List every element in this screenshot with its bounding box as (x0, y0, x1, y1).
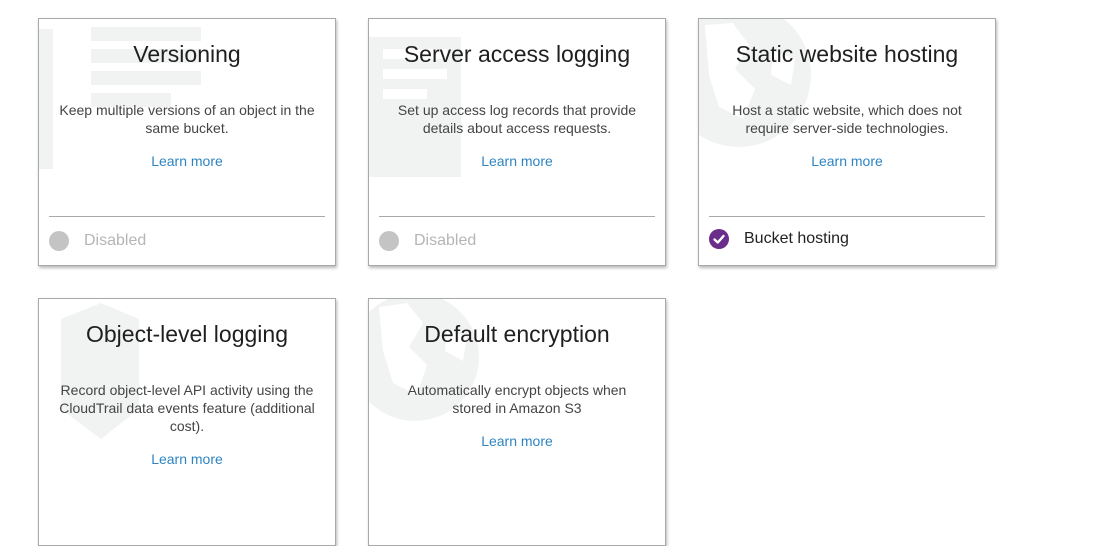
card-title: Versioning (133, 41, 241, 67)
learn-more-link[interactable]: Learn more (39, 451, 335, 467)
status-label: Disabled (414, 232, 477, 249)
card-description: Keep multiple versions of an object in t… (59, 102, 315, 136)
card-description: Set up access log records that provide d… (397, 102, 637, 136)
learn-more-link[interactable]: Learn more (369, 153, 665, 169)
status-label: Bucket hosting (744, 230, 849, 247)
card-title: Server access logging (403, 41, 631, 67)
card-description: Automatically encrypt objects when store… (407, 382, 627, 416)
divider (379, 216, 655, 217)
default-encryption-card[interactable]: Default encryption Automatically encrypt… (368, 298, 666, 546)
learn-more-link[interactable]: Learn more (699, 153, 995, 169)
status-indicator: Disabled (379, 231, 476, 251)
card-description: Record object-level API activity using t… (59, 382, 315, 434)
status-label: Disabled (84, 232, 147, 249)
card-title: Object-level logging (85, 321, 288, 347)
status-indicator: Bucket hosting (709, 229, 849, 249)
object-level-logging-card[interactable]: Object-level logging Record object-level… (38, 298, 336, 546)
disabled-status-icon (49, 231, 69, 251)
checkmark-icon (709, 229, 729, 249)
learn-more-link[interactable]: Learn more (39, 153, 335, 169)
server-access-logging-card[interactable]: Server access logging Set up access log … (368, 18, 666, 266)
card-title: Default encryption (424, 321, 610, 347)
static-website-hosting-card[interactable]: Static website hosting Host a static web… (698, 18, 996, 266)
learn-more-link[interactable]: Learn more (369, 433, 665, 449)
disabled-status-icon (379, 231, 399, 251)
versioning-card[interactable]: Versioning Keep multiple versions of an … (38, 18, 336, 266)
divider (709, 216, 985, 217)
card-title: Static website hosting (735, 41, 959, 67)
card-description: Host a static website, which does not re… (732, 102, 962, 136)
status-indicator: Disabled (49, 231, 146, 251)
divider (49, 216, 325, 217)
